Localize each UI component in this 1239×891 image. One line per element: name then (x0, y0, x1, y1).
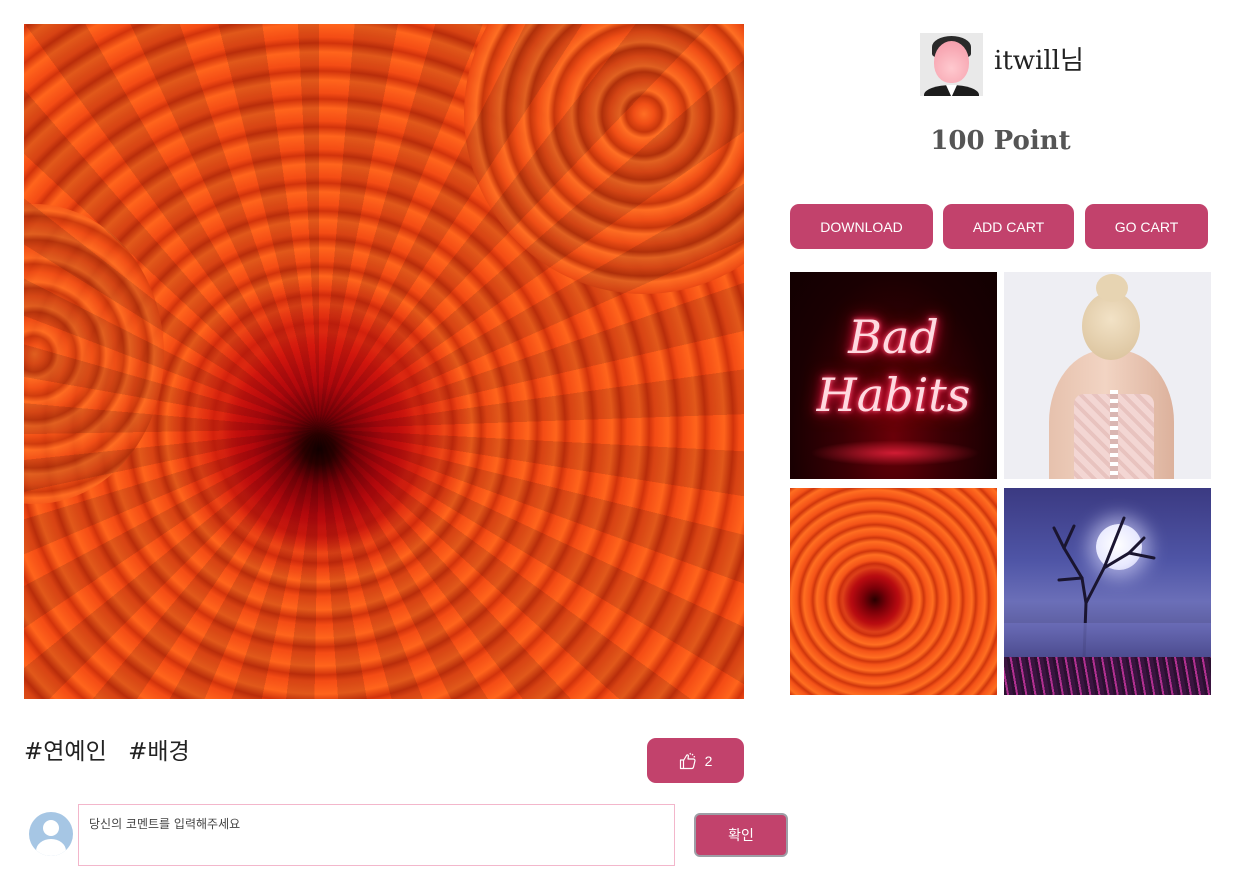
user-avatar (920, 33, 983, 96)
like-count: 2 (704, 752, 713, 769)
comment-input[interactable] (78, 804, 675, 866)
purple-grass (1004, 657, 1211, 695)
main-image-petal-texture (24, 24, 744, 699)
thumbnail-woman-corset[interactable] (1004, 272, 1211, 479)
go-cart-button[interactable]: GO CART (1085, 204, 1208, 249)
thumbnail-orange-flower[interactable] (790, 488, 997, 695)
tag-entertainer[interactable]: #연예인 (24, 739, 107, 765)
main-image (24, 24, 744, 699)
commenter-avatar (29, 812, 73, 856)
neon-sign-line1: Bad (848, 310, 939, 364)
neon-glow (810, 440, 980, 466)
download-button[interactable]: DOWNLOAD (790, 204, 933, 249)
comment-submit-button[interactable]: 확인 (694, 813, 788, 857)
add-cart-button[interactable]: ADD CART (943, 204, 1074, 249)
woman-hair-bun (1096, 274, 1128, 302)
corset-lace (1110, 390, 1118, 479)
tag-list: #연예인 #배경 (24, 732, 204, 766)
neon-sign-line2: Habits (816, 368, 971, 422)
thumbs-up-icon (679, 752, 696, 769)
thumbnail-moon-tree[interactable] (1004, 488, 1211, 695)
woman-head (1082, 292, 1140, 360)
thumbnail-neon-sign[interactable]: Bad Habits (790, 272, 997, 479)
username: itwill님 (994, 46, 1084, 76)
tag-background[interactable]: #배경 (128, 739, 190, 765)
point-balance: 100 Point (930, 126, 1071, 156)
like-button[interactable]: 2 (647, 738, 744, 783)
